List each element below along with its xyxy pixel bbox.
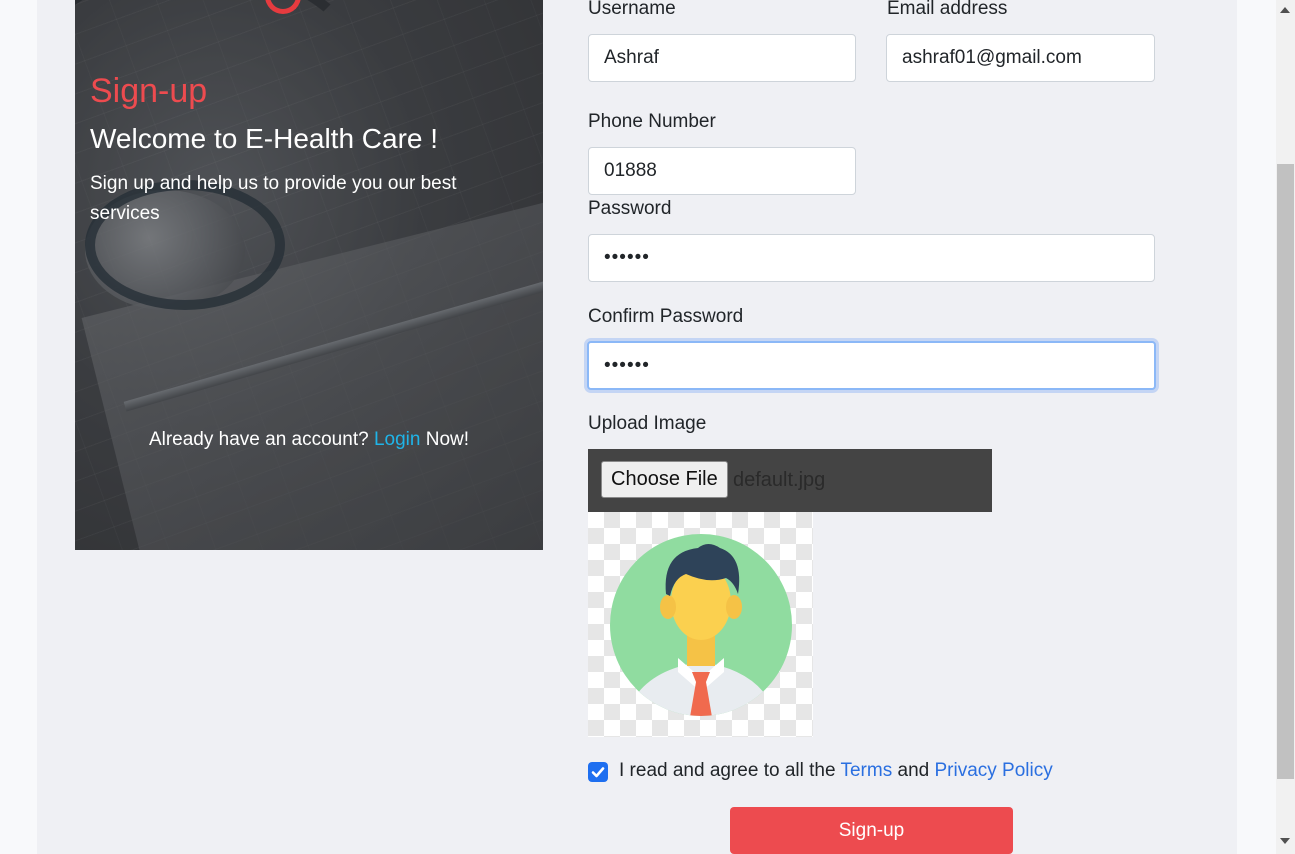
- hero-title: Sign-up: [90, 72, 208, 110]
- password-label: Password: [588, 198, 672, 219]
- avatar-preview: [588, 512, 813, 737]
- username-input[interactable]: [588, 34, 856, 82]
- signup-button[interactable]: Sign-up: [730, 807, 1013, 854]
- confirm-password-label: Confirm Password: [588, 306, 744, 327]
- user-avatar-icon: [610, 534, 792, 716]
- password-input[interactable]: [588, 234, 1155, 282]
- login-prompt-suffix: Now!: [425, 429, 470, 450]
- scroll-up-arrow-icon[interactable]: [1280, 7, 1290, 13]
- scroll-down-arrow-icon[interactable]: [1280, 838, 1290, 844]
- scrollbar-thumb[interactable]: [1277, 164, 1294, 779]
- terms-text: I read and agree to all the Terms and Pr…: [619, 760, 1053, 782]
- confirm-password-input[interactable]: [587, 341, 1156, 390]
- email-label: Email address: [887, 0, 1008, 19]
- upload-image-label: Upload Image: [588, 413, 707, 434]
- login-prompt: Already have an account? Login Now!: [75, 429, 543, 451]
- file-upload: Choose File default.jpg: [588, 449, 992, 512]
- terms-prefix: I read and agree to all the: [619, 760, 836, 781]
- agree-checkbox[interactable]: [588, 762, 608, 782]
- privacy-policy-link[interactable]: Privacy Policy: [934, 760, 1052, 781]
- login-prompt-prefix: Already have an account?: [148, 429, 369, 450]
- phone-label: Phone Number: [588, 111, 716, 132]
- file-name: default.jpg: [733, 469, 826, 491]
- hero-subtitle: Sign up and help us to provide you our b…: [90, 173, 457, 224]
- hero-welcome: Welcome to E-Health Care !: [90, 123, 439, 154]
- email-input[interactable]: [886, 34, 1155, 82]
- hero-panel: Sign-up Welcome to E-Health Care ! Sign …: [75, 0, 543, 550]
- terms-and: and: [897, 760, 930, 781]
- choose-file-button[interactable]: Choose File: [601, 461, 728, 498]
- login-link[interactable]: Login: [374, 429, 421, 450]
- phone-input[interactable]: [588, 147, 856, 195]
- scrollbar[interactable]: [1276, 0, 1295, 854]
- username-label: Username: [588, 0, 676, 19]
- check-icon: [591, 767, 605, 778]
- terms-link[interactable]: Terms: [840, 760, 892, 781]
